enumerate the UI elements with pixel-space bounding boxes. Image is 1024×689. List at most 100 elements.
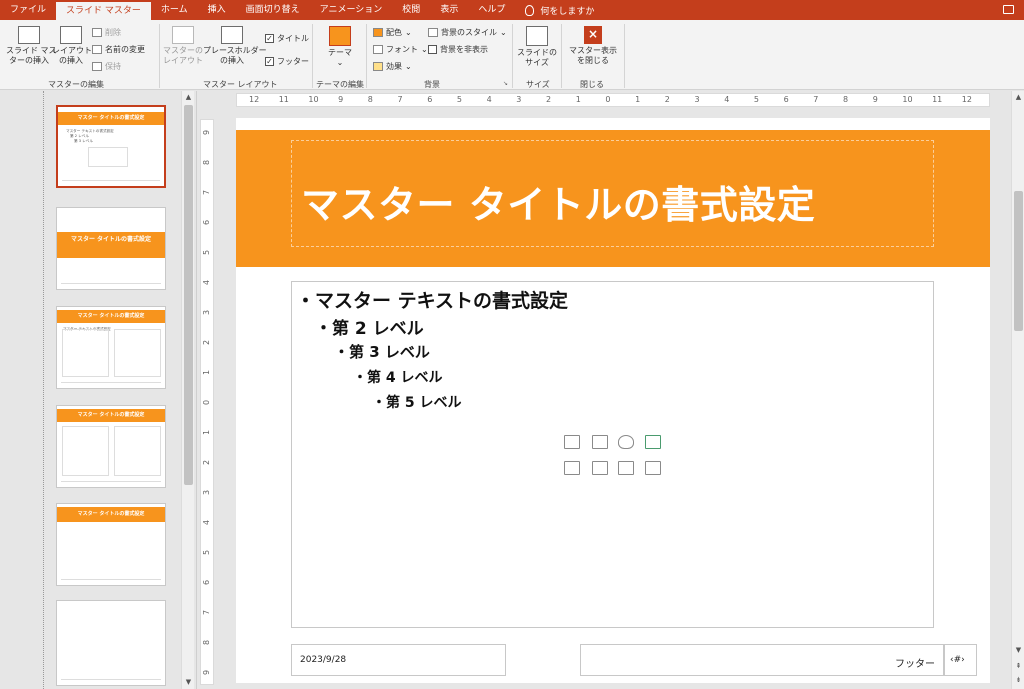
insert-layout-button[interactable]: レイアウト の挿入 [52,26,92,66]
preserve-label: 保持 [105,62,121,71]
content-placeholder[interactable]: ・マスター テキストの書式設定 ・第 2 レベル ・第 3 レベル ・第 4 レ… [291,281,934,628]
tab-transitions[interactable]: 画面切り替え [236,0,310,20]
tab-animations[interactable]: アニメーション [310,0,393,20]
thumbnail-layout-comparison[interactable]: マスター タイトルの書式設定 [56,405,166,488]
footer-checkbox[interactable]: ✓ フッター [265,56,309,67]
effects-label: 効果 [386,62,402,71]
checkmark-icon: ✓ [265,56,274,66]
next-slide-icon[interactable]: ⇟ [1014,676,1023,685]
scroll-up-icon[interactable]: ▲ [1014,93,1023,102]
ruler-number: 7 [202,189,212,196]
insert-3d-model-icon[interactable] [645,435,661,449]
group-separator [561,24,562,88]
ruler-number: 1 [635,95,641,104]
group-label-edit-theme: テーマの編集 [316,80,364,89]
colors-button[interactable]: 配色 ⌄ [373,27,412,38]
thumbnail-slide-master[interactable]: マスター タイトルの書式設定 マスター テキストの書式設定 第 2 レベル 第 … [56,105,166,188]
date-placeholder[interactable]: 2023/9/28 [291,644,506,676]
hide-background-checkbox[interactable]: 背景を非表示 [428,44,488,55]
insert-placeholder-button[interactable]: プレースホルダー の挿入 [203,26,267,66]
insert-chart-icon[interactable] [645,461,661,475]
ruler-number: 6 [202,219,212,226]
insert-smartart-icon[interactable] [564,461,580,475]
thumb-content-icons [88,147,128,167]
comment-icon[interactable] [1003,5,1014,14]
thumbnail-scrollbar[interactable]: ▲ ▼ [181,91,194,689]
previous-slide-icon[interactable]: ⇞ [1014,662,1023,671]
effects-button[interactable]: 効果 ⌄ [373,61,412,72]
tab-view[interactable]: 表示 [430,0,468,20]
insert-layout-label-2: の挿入 [59,56,83,65]
title-checkbox[interactable]: ✓ タイトル [265,33,309,44]
fonts-button[interactable]: フォント ⌄ [373,44,428,55]
hide-background-label: 背景を非表示 [440,45,488,54]
tell-me-box[interactable]: 何をしますか [515,4,594,17]
checkbox-empty-icon [428,45,437,54]
insert-slide-master-label-1: スライド マス [6,46,57,55]
rename-button[interactable]: 名前の変更 [92,44,145,55]
thumb-content-left [62,329,109,377]
title-checkbox-label: タイトル [277,34,309,43]
editor-scrollbar[interactable]: ▲ ▼ ⇞ ⇟ [1011,91,1024,689]
insert-layout-icon [60,26,82,44]
tab-help[interactable]: ヘルプ [468,0,515,20]
slide-size-label-1: スライドの [517,48,557,57]
background-styles-icon [428,28,438,37]
ruler-number: 8 [202,639,212,646]
tab-file[interactable]: ファイル [0,0,56,20]
delete-button[interactable]: 削除 [92,27,121,38]
insert-picture-icon[interactable] [564,435,580,449]
thumbnail-layout-blank[interactable] [56,600,166,686]
insert-table-icon[interactable] [618,461,634,475]
master-layout-button[interactable]: マスターの レイアウト [163,26,203,66]
bullet-level-2: ・第 2 レベル [315,319,424,339]
thumbnail-layout-two-content[interactable]: マスター タイトルの書式設定 マスター テキストの書式設定 [56,306,166,389]
ruler-number: 5 [202,249,212,256]
close-master-view-button[interactable]: × マスター表示 を閉じる [565,26,621,66]
group-separator [512,24,513,88]
background-styles-button[interactable]: 背景のスタイル ⌄ [428,27,507,38]
ruler-number: 9 [338,95,344,104]
tab-review[interactable]: 校閲 [392,0,430,20]
scrollbar-thumb[interactable] [1014,191,1023,331]
group-separator [366,24,367,88]
thumbnail-layout-title[interactable]: マスター タイトルの書式設定 [56,207,166,290]
insert-icons-icon[interactable] [618,435,634,449]
checkmark-icon: ✓ [265,33,274,43]
master-layout-icon [172,26,194,44]
scroll-up-icon[interactable]: ▲ [184,93,193,102]
ruler-number: 0 [202,399,212,406]
ruler-number: 2 [202,459,212,466]
ruler-number: 1 [202,369,212,376]
ruler-number: 4 [202,279,212,286]
insert-online-picture-icon[interactable] [592,435,608,449]
ruler-number: 3 [202,309,212,316]
slide-size-button[interactable]: スライドの サイズ [516,26,558,68]
ruler-number: 12 [249,95,260,104]
theme-icon [329,26,351,46]
preserve-button[interactable]: 保持 [92,61,121,72]
insert-slide-master-button[interactable]: スライド マス ターの挿入 [6,26,57,66]
slide-number-placeholder[interactable]: ‹#› [944,644,977,676]
slide-title[interactable]: マスター タイトルの書式設定 [301,174,815,229]
ruler-number: 2 [202,339,212,346]
tab-home[interactable]: ホーム [151,0,198,20]
ribbon: スライド マス ターの挿入 レイアウト の挿入 削除 名前の変更 保持 マスター… [0,20,1024,90]
ribbon-tab-bar: ファイル スライド マスター ホーム 挿入 画面切り替え アニメーション 校閲 … [0,0,1024,20]
dialog-launcher-icon[interactable]: ↘ [503,80,508,87]
tab-slide-master[interactable]: スライド マスター [56,0,151,20]
footer-checkbox-label: フッター [277,57,309,66]
tab-insert[interactable]: 挿入 [198,0,236,20]
ruler-number: 11 [278,95,289,104]
themes-button[interactable]: テーマ ⌄ [318,26,362,68]
slide-canvas[interactable]: マスター タイトルの書式設定 ・マスター テキストの書式設定 ・第 2 レベル … [236,118,990,683]
footer-placeholder[interactable]: フッター [580,644,944,676]
scrollbar-thumb[interactable] [184,105,193,485]
colors-icon [373,28,383,37]
group-label-background: 背景 [424,80,440,89]
scroll-down-icon[interactable]: ▼ [1014,646,1023,655]
ruler-number: 3 [694,95,700,104]
insert-video-icon[interactable] [592,461,608,475]
scroll-down-icon[interactable]: ▼ [184,678,193,687]
thumbnail-layout-title-only[interactable]: マスター タイトルの書式設定 [56,503,166,586]
